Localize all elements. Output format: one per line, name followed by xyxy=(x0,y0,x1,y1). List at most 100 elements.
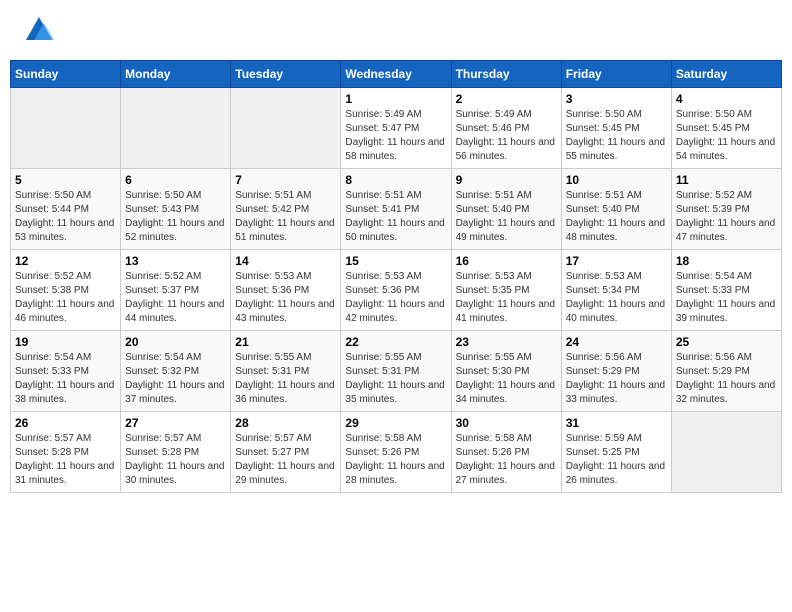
day-info: Sunrise: 5:56 AMSunset: 5:29 PMDaylight:… xyxy=(676,351,777,407)
day-info: Sunrise: 5:55 AMSunset: 5:30 PMDaylight:… xyxy=(456,351,557,407)
logo xyxy=(20,15,54,45)
day-number: 19 xyxy=(15,335,116,349)
weekday-header: Thursday xyxy=(451,61,561,88)
day-info: Sunrise: 5:51 AMSunset: 5:40 PMDaylight:… xyxy=(456,189,557,245)
weekday-header: Wednesday xyxy=(341,61,451,88)
day-number: 11 xyxy=(676,173,777,187)
day-number: 2 xyxy=(456,92,557,106)
calendar-week-row: 26Sunrise: 5:57 AMSunset: 5:28 PMDayligh… xyxy=(11,412,782,493)
calendar-cell xyxy=(231,88,341,169)
calendar-cell: 16 Sunrise: 5:53 AMSunset: 5:35 PMDayligh… xyxy=(451,250,561,331)
day-info: Sunrise: 5:57 AMSunset: 5:27 PMDaylight:… xyxy=(235,432,336,488)
day-info: Sunrise: 5:51 AMSunset: 5:40 PMDaylight:… xyxy=(566,189,667,245)
day-info: Sunrise: 5:50 AMSunset: 5:43 PMDaylight:… xyxy=(125,189,226,245)
day-info: Sunrise: 5:53 AMSunset: 5:34 PMDaylight:… xyxy=(566,270,667,326)
calendar-cell: 1 Sunrise: 5:49 AMSunset: 5:47 PMDaylight… xyxy=(341,88,451,169)
day-number: 23 xyxy=(456,335,557,349)
calendar-cell: 12 Sunrise: 5:52 AMSunset: 5:38 PMDayligh… xyxy=(11,250,121,331)
day-number: 9 xyxy=(456,173,557,187)
calendar-cell: 6 Sunrise: 5:50 AMSunset: 5:43 PMDaylight… xyxy=(121,169,231,250)
calendar-cell: 2 Sunrise: 5:49 AMSunset: 5:46 PMDaylight… xyxy=(451,88,561,169)
page-header xyxy=(10,10,782,50)
weekday-header: Sunday xyxy=(11,61,121,88)
day-number: 29 xyxy=(345,416,446,430)
day-info: Sunrise: 5:59 AMSunset: 5:25 PMDaylight:… xyxy=(566,432,667,488)
calendar-week-row: 5 Sunrise: 5:50 AMSunset: 5:44 PMDaylight… xyxy=(11,169,782,250)
day-number: 21 xyxy=(235,335,336,349)
day-number: 10 xyxy=(566,173,667,187)
day-info: Sunrise: 5:52 AMSunset: 5:37 PMDaylight:… xyxy=(125,270,226,326)
calendar-cell: 22 Sunrise: 5:55 AMSunset: 5:31 PMDayligh… xyxy=(341,331,451,412)
day-number: 7 xyxy=(235,173,336,187)
calendar-cell: 7 Sunrise: 5:51 AMSunset: 5:42 PMDaylight… xyxy=(231,169,341,250)
day-number: 4 xyxy=(676,92,777,106)
day-info: Sunrise: 5:51 AMSunset: 5:42 PMDaylight:… xyxy=(235,189,336,245)
day-number: 27 xyxy=(125,416,226,430)
day-number: 14 xyxy=(235,254,336,268)
calendar-header: SundayMondayTuesdayWednesdayThursdayFrid… xyxy=(11,61,782,88)
day-info: Sunrise: 5:58 AMSunset: 5:26 PMDaylight:… xyxy=(456,432,557,488)
calendar-week-row: 19 Sunrise: 5:54 AMSunset: 5:33 PMDayligh… xyxy=(11,331,782,412)
calendar-cell: 24 Sunrise: 5:56 AMSunset: 5:29 PMDayligh… xyxy=(561,331,671,412)
day-info: Sunrise: 5:50 AMSunset: 5:44 PMDaylight:… xyxy=(15,189,116,245)
day-number: 24 xyxy=(566,335,667,349)
calendar-cell: 19 Sunrise: 5:54 AMSunset: 5:33 PMDayligh… xyxy=(11,331,121,412)
day-info: Sunrise: 5:54 AMSunset: 5:33 PMDaylight:… xyxy=(15,351,116,407)
day-info: Sunrise: 5:56 AMSunset: 5:29 PMDaylight:… xyxy=(566,351,667,407)
day-number: 31 xyxy=(566,416,667,430)
calendar-week-row: 12 Sunrise: 5:52 AMSunset: 5:38 PMDayligh… xyxy=(11,250,782,331)
day-number: 5 xyxy=(15,173,116,187)
calendar-table: SundayMondayTuesdayWednesdayThursdayFrid… xyxy=(10,60,782,493)
day-number: 13 xyxy=(125,254,226,268)
calendar-cell: 26Sunrise: 5:57 AMSunset: 5:28 PMDayligh… xyxy=(11,412,121,493)
day-info: Sunrise: 5:55 AMSunset: 5:31 PMDaylight:… xyxy=(345,351,446,407)
day-number: 15 xyxy=(345,254,446,268)
day-number: 3 xyxy=(566,92,667,106)
calendar-cell: 4 Sunrise: 5:50 AMSunset: 5:45 PMDaylight… xyxy=(671,88,781,169)
weekday-header: Saturday xyxy=(671,61,781,88)
calendar-cell: 8 Sunrise: 5:51 AMSunset: 5:41 PMDaylight… xyxy=(341,169,451,250)
day-info: Sunrise: 5:50 AMSunset: 5:45 PMDaylight:… xyxy=(566,108,667,164)
calendar-cell: 21 Sunrise: 5:55 AMSunset: 5:31 PMDayligh… xyxy=(231,331,341,412)
calendar-week-row: 1 Sunrise: 5:49 AMSunset: 5:47 PMDaylight… xyxy=(11,88,782,169)
day-info: Sunrise: 5:50 AMSunset: 5:45 PMDaylight:… xyxy=(676,108,777,164)
day-number: 30 xyxy=(456,416,557,430)
calendar-cell: 10 Sunrise: 5:51 AMSunset: 5:40 PMDayligh… xyxy=(561,169,671,250)
calendar-cell: 28 Sunrise: 5:57 AMSunset: 5:27 PMDayligh… xyxy=(231,412,341,493)
day-info: Sunrise: 5:57 AMSunset: 5:28 PMDaylight:… xyxy=(125,432,226,488)
day-number: 1 xyxy=(345,92,446,106)
day-info: Sunrise: 5:57 AMSunset: 5:28 PMDaylight:… xyxy=(15,432,116,488)
day-info: Sunrise: 5:52 AMSunset: 5:38 PMDaylight:… xyxy=(15,270,116,326)
day-number: 16 xyxy=(456,254,557,268)
day-number: 12 xyxy=(15,254,116,268)
day-number: 17 xyxy=(566,254,667,268)
day-info: Sunrise: 5:54 AMSunset: 5:32 PMDaylight:… xyxy=(125,351,226,407)
day-info: Sunrise: 5:58 AMSunset: 5:26 PMDaylight:… xyxy=(345,432,446,488)
day-number: 8 xyxy=(345,173,446,187)
day-number: 28 xyxy=(235,416,336,430)
calendar-cell: 20Sunrise: 5:54 AMSunset: 5:32 PMDayligh… xyxy=(121,331,231,412)
calendar-cell xyxy=(11,88,121,169)
weekday-header: Tuesday xyxy=(231,61,341,88)
weekday-header: Friday xyxy=(561,61,671,88)
day-info: Sunrise: 5:53 AMSunset: 5:35 PMDaylight:… xyxy=(456,270,557,326)
day-info: Sunrise: 5:55 AMSunset: 5:31 PMDaylight:… xyxy=(235,351,336,407)
day-info: Sunrise: 5:54 AMSunset: 5:33 PMDaylight:… xyxy=(676,270,777,326)
logo-icon xyxy=(24,15,54,45)
day-info: Sunrise: 5:51 AMSunset: 5:41 PMDaylight:… xyxy=(345,189,446,245)
calendar-cell: 13 Sunrise: 5:52 AMSunset: 5:37 PMDayligh… xyxy=(121,250,231,331)
day-number: 6 xyxy=(125,173,226,187)
weekday-header: Monday xyxy=(121,61,231,88)
calendar-cell: 30 Sunrise: 5:58 AMSunset: 5:26 PMDayligh… xyxy=(451,412,561,493)
day-info: Sunrise: 5:52 AMSunset: 5:39 PMDaylight:… xyxy=(676,189,777,245)
day-info: Sunrise: 5:53 AMSunset: 5:36 PMDaylight:… xyxy=(235,270,336,326)
day-number: 22 xyxy=(345,335,446,349)
calendar-cell xyxy=(121,88,231,169)
calendar-cell: 27 Sunrise: 5:57 AMSunset: 5:28 PMDayligh… xyxy=(121,412,231,493)
calendar-cell: 29 Sunrise: 5:58 AMSunset: 5:26 PMDayligh… xyxy=(341,412,451,493)
day-number: 18 xyxy=(676,254,777,268)
day-info: Sunrise: 5:49 AMSunset: 5:46 PMDaylight:… xyxy=(456,108,557,164)
day-info: Sunrise: 5:49 AMSunset: 5:47 PMDaylight:… xyxy=(345,108,446,164)
calendar-cell: 25Sunrise: 5:56 AMSunset: 5:29 PMDayligh… xyxy=(671,331,781,412)
calendar-cell: 23 Sunrise: 5:55 AMSunset: 5:30 PMDayligh… xyxy=(451,331,561,412)
